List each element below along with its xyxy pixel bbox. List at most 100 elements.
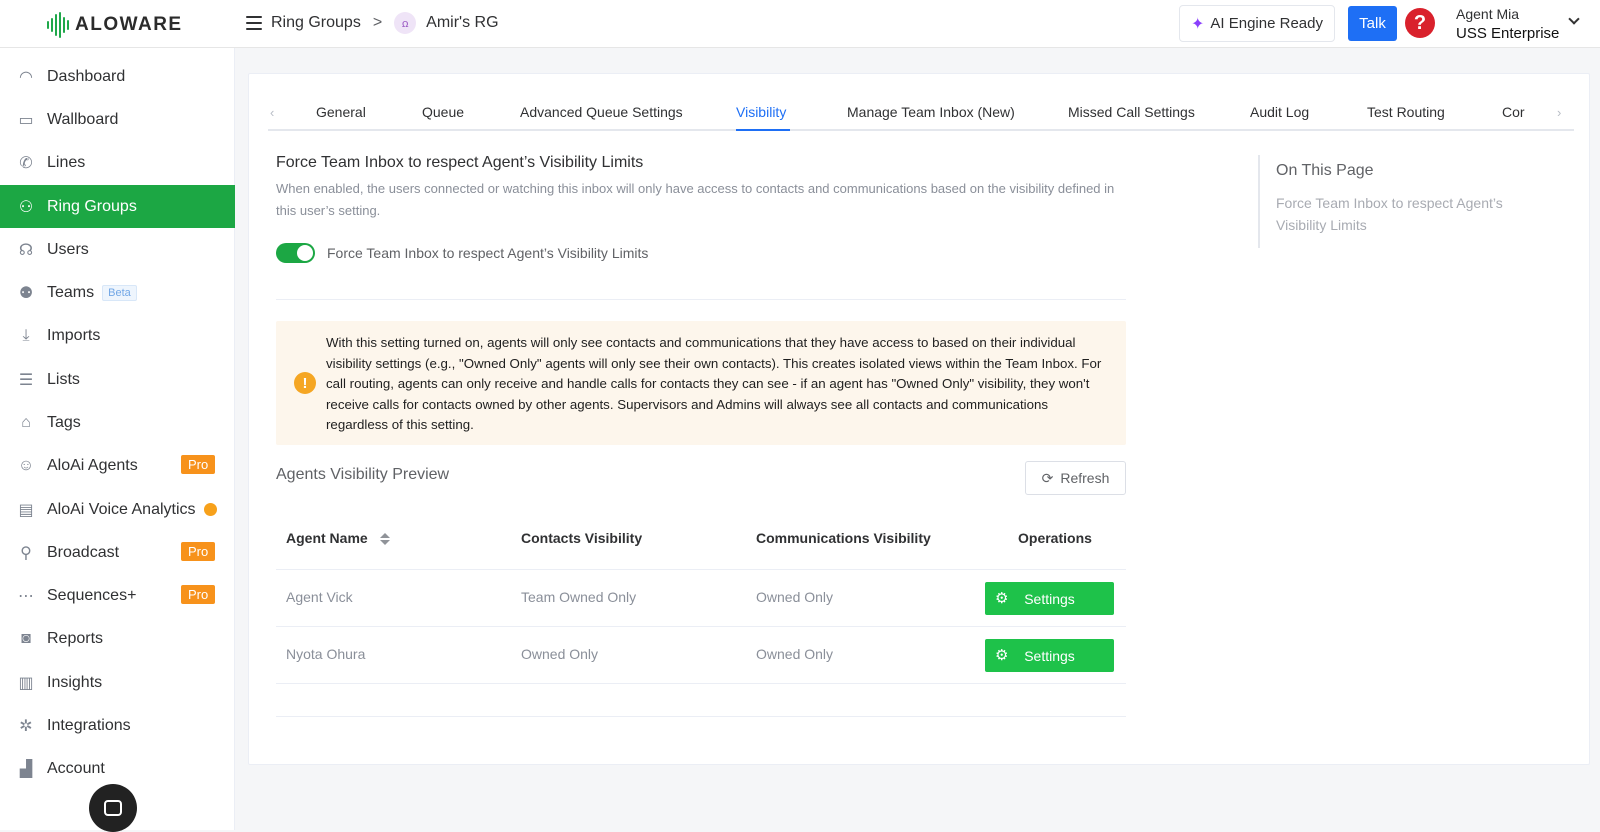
agent-name-cell: Agent Vick	[286, 589, 353, 605]
warning-alert: ! With this setting turned on, agents wi…	[276, 321, 1126, 445]
ring-group-avatar-icon: ꭥ	[394, 12, 417, 34]
sidebar-item-label: Tags	[47, 413, 81, 431]
sidebar-item-dashboard[interactable]: ◠ Dashboard	[0, 55, 235, 98]
chat-icon	[104, 800, 122, 816]
column-header-label: Agent Name	[286, 530, 368, 546]
sidebar-item-label: Broadcast	[47, 543, 120, 561]
wallboard-icon: ▭	[18, 111, 34, 129]
integrations-icon: ✲	[19, 717, 33, 735]
breadcrumb-separator: >	[372, 14, 383, 31]
beta-badge: Beta	[102, 284, 137, 301]
sparkle-icon: ✦	[1191, 15, 1205, 33]
sidebar-item-imports[interactable]: ⤓ Imports	[0, 314, 235, 357]
dashboard-icon: ◠	[19, 68, 33, 86]
tab-scroll-right-icon[interactable]: ›	[1557, 105, 1561, 120]
tab-missed-call-settings[interactable]: Missed Call Settings	[1068, 104, 1195, 120]
analytics-icon: ▤	[18, 501, 34, 519]
agent-name-cell: Nyota Ohura	[286, 646, 366, 662]
tab-queue[interactable]: Queue	[422, 104, 464, 120]
column-header-operations: Operations	[1018, 530, 1092, 546]
tab-general[interactable]: General	[316, 104, 366, 120]
communications-visibility-cell: Owned Only	[756, 589, 834, 605]
agent-name: Agent Mia	[1456, 6, 1520, 22]
headset-icon: ☊	[18, 241, 34, 259]
pro-badge: Pro	[181, 542, 216, 561]
settings-button[interactable]: ⚙ Settings	[985, 582, 1114, 615]
on-this-page-link[interactable]: Force Team Inbox to respect Agent’s Visi…	[1276, 192, 1546, 236]
aloware-logo[interactable]: ALOWARE	[47, 12, 183, 38]
refresh-button[interactable]: ⟳ Refresh	[1025, 461, 1126, 495]
chat-widget-button[interactable]	[89, 784, 137, 832]
sidebar-item-label: Sequences+	[47, 586, 137, 604]
tab-audit-log[interactable]: Audit Log	[1250, 104, 1309, 120]
sidebar-item-tags[interactable]: ⌂ Tags	[0, 401, 235, 444]
sidebar-item-sequences[interactable]: ⋯ Sequences+ Pro	[0, 574, 235, 617]
import-icon: ⤓	[22, 326, 30, 344]
tab-truncated[interactable]: Cor	[1502, 104, 1525, 120]
logo-text: ALOWARE	[75, 14, 183, 35]
sidebar-item-integrations[interactable]: ✲ Integrations	[0, 704, 235, 747]
sidebar-item-label: Wallboard	[47, 110, 119, 128]
phone-icon: ✆	[19, 154, 33, 172]
sidebar-item-wallboard[interactable]: ▭ Wallboard	[0, 98, 235, 141]
sidebar-item-label: Lists	[47, 370, 80, 388]
sidebar-item-lists[interactable]: ☰ Lists	[0, 358, 235, 401]
column-header-agent-name[interactable]: Agent Name	[286, 530, 390, 546]
toggle-label: Force Team Inbox to respect Agent’s Visi…	[327, 245, 649, 261]
sidebar-item-insights[interactable]: ▥ Insights	[0, 661, 235, 704]
tab-bar: ‹ General Queue Advanced Queue Settings …	[268, 90, 1574, 131]
chevron-down-icon[interactable]	[1568, 13, 1580, 25]
sidebar-item-users[interactable]: ☊ Users	[0, 228, 235, 271]
warning-text: With this setting turned on, agents will…	[326, 335, 1102, 433]
help-icon[interactable]: ?	[1405, 8, 1435, 38]
sidebar: ◠ Dashboard ▭ Wallboard ✆ Lines ⚇ Ring G…	[0, 48, 235, 830]
sidebar-item-reports[interactable]: ◙ Reports	[0, 617, 235, 660]
menu-toggle-icon[interactable]	[246, 16, 262, 30]
agent-organization: USS Enterprise	[1456, 25, 1560, 42]
ai-engine-status-button[interactable]: ✦ AI Engine Ready	[1179, 5, 1335, 42]
report-icon: ◙	[21, 629, 31, 647]
preview-title: Agents Visibility Preview	[276, 466, 450, 483]
sidebar-item-label: Ring Groups	[47, 197, 137, 215]
tag-icon: ⌂	[21, 413, 31, 431]
tab-advanced-queue-settings[interactable]: Advanced Queue Settings	[520, 104, 683, 120]
sidebar-item-aloai-voice-analytics[interactable]: ▤ AloAi Voice Analytics	[0, 488, 235, 531]
sidebar-item-label: Account	[47, 759, 105, 777]
breadcrumb-ring-groups[interactable]: Ring Groups	[271, 14, 361, 32]
sidebar-item-ring-groups[interactable]: ⚇ Ring Groups	[0, 185, 235, 228]
sidebar-item-label: AloAi Agents	[47, 456, 138, 474]
tab-test-routing[interactable]: Test Routing	[1367, 104, 1445, 120]
refresh-icon: ⟳	[1041, 469, 1054, 486]
divider	[276, 299, 1126, 300]
sidebar-item-lines[interactable]: ✆ Lines	[0, 141, 235, 184]
sidebar-item-label: Insights	[47, 673, 103, 691]
breadcrumb: Ring Groups > ꭥ Amir's RG	[246, 12, 499, 34]
tab-visibility[interactable]: Visibility	[736, 104, 786, 120]
logo-waveform-icon	[47, 12, 69, 38]
sidebar-item-teams[interactable]: ⚉ Teams Beta	[0, 271, 235, 314]
sidebar-item-aloai-agents[interactable]: ☺ AloAi Agents Pro	[0, 444, 235, 487]
sidebar-item-label: Lines	[47, 153, 86, 171]
column-header-communications-visibility: Communications Visibility	[756, 530, 931, 546]
top-bar: ALOWARE Ring Groups > ꭥ Amir's RG ✦ AI E…	[0, 0, 1600, 48]
table-row-divider	[276, 626, 1126, 627]
tab-manage-team-inbox[interactable]: Manage Team Inbox (New)	[847, 104, 1015, 120]
sidebar-item-label: Reports	[47, 629, 104, 647]
talk-button[interactable]: Talk	[1348, 6, 1397, 41]
sidebar-item-label: Teams	[47, 283, 95, 301]
refresh-label: Refresh	[1060, 470, 1110, 486]
contacts-visibility-cell: Team Owned Only	[521, 589, 637, 605]
communications-visibility-cell: Owned Only	[756, 646, 834, 662]
tab-scroll-left-icon[interactable]: ‹	[270, 105, 274, 120]
agent-menu[interactable]: Agent Mia USS Enterprise	[1456, 5, 1559, 43]
sidebar-item-label: AloAi Voice Analytics	[47, 500, 196, 518]
column-header-contacts-visibility: Contacts Visibility	[521, 530, 643, 546]
settings-button-label: Settings	[1024, 590, 1075, 607]
force-visibility-toggle[interactable]	[276, 243, 315, 263]
sidebar-item-broadcast[interactable]: ⚲ Broadcast Pro	[0, 531, 235, 574]
sort-icon[interactable]	[379, 533, 390, 546]
sidebar-item-label: Integrations	[47, 716, 131, 734]
sequence-icon: ⋯	[18, 587, 34, 605]
team-icon: ⚉	[18, 284, 34, 302]
settings-button[interactable]: ⚙ Settings	[985, 639, 1114, 672]
